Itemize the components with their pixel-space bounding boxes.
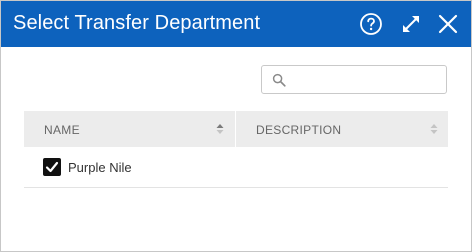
dialog-title: Select Transfer Department [13, 12, 261, 34]
sort-icon[interactable] [430, 123, 438, 135]
column-header-label: NAME [44, 123, 80, 137]
expand-icon[interactable] [399, 12, 423, 36]
table-row[interactable]: Purple Nile [24, 148, 448, 188]
search-input[interactable] [292, 69, 440, 90]
column-header-description[interactable]: DESCRIPTION [236, 111, 448, 147]
search-box [261, 65, 447, 94]
row-checkbox[interactable] [43, 158, 61, 176]
column-header-name[interactable]: NAME [24, 111, 235, 147]
table-header: NAME DESCRIPTION [24, 111, 448, 147]
select-transfer-department-dialog: Select Transfer Department NAME DESCRIPT… [0, 0, 472, 252]
close-icon[interactable] [436, 12, 460, 36]
row-name: Purple Nile [68, 160, 132, 175]
help-circle-icon[interactable] [359, 12, 383, 36]
sort-icon[interactable] [216, 123, 224, 135]
column-header-label: DESCRIPTION [256, 123, 342, 137]
search-icon [272, 73, 286, 87]
dialog-titlebar: Select Transfer Department [1, 1, 471, 47]
